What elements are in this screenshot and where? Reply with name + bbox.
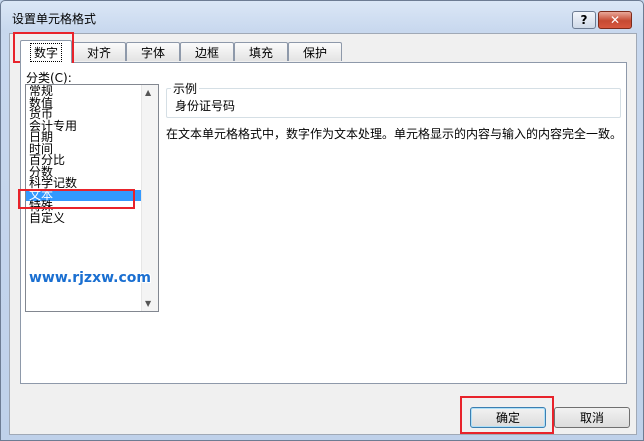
close-icon: ✕ [609, 13, 621, 27]
cancel-button[interactable]: 取消 [554, 407, 630, 428]
category-item-custom[interactable]: 自定义 [26, 212, 143, 225]
tab-fill[interactable]: 填充 [234, 42, 288, 61]
format-description: 在文本单元格格式中，数字作为文本处理。单元格显示的内容与输入的内容完全一致。 [166, 127, 623, 141]
sample-value: 身份证号码 [175, 99, 236, 113]
category-list: 常规 数值 货币 会计专用 日期 时间 百分比 分数 科学记数 文本 特殊 自定… [26, 85, 143, 225]
tab-protection[interactable]: 保护 [288, 42, 342, 61]
sample-group: 示例 身份证号码 [166, 80, 621, 118]
tab-font[interactable]: 字体 [126, 42, 180, 61]
help-button[interactable]: ? [572, 11, 596, 29]
number-tab-panel: 分类(C): 常规 数值 货币 会计专用 日期 时间 百分比 分数 科学记数 文… [20, 62, 627, 384]
close-button[interactable]: ✕ [598, 11, 632, 29]
ok-button[interactable]: 确定 [470, 407, 546, 428]
dialog-title: 设置单元格格式 [12, 12, 97, 26]
sample-legend: 示例 [171, 80, 200, 97]
format-cells-dialog: 设置单元格格式 ? ✕ 数字 对齐 字体 边框 填充 保护 分类(C): 常规 … [0, 0, 644, 441]
tab-alignment[interactable]: 对齐 [72, 42, 126, 61]
tab-border[interactable]: 边框 [180, 42, 234, 61]
tab-number[interactable]: 数字 [20, 40, 72, 63]
site-watermark: www.rjzxw.com [29, 270, 151, 286]
scroll-down-arrow-icon[interactable]: ▼ [145, 299, 151, 308]
scroll-up-arrow-icon[interactable]: ▲ [145, 88, 151, 97]
dialog-client: 数字 对齐 字体 边框 填充 保护 分类(C): 常规 数值 货币 会计专用 日… [9, 33, 637, 435]
